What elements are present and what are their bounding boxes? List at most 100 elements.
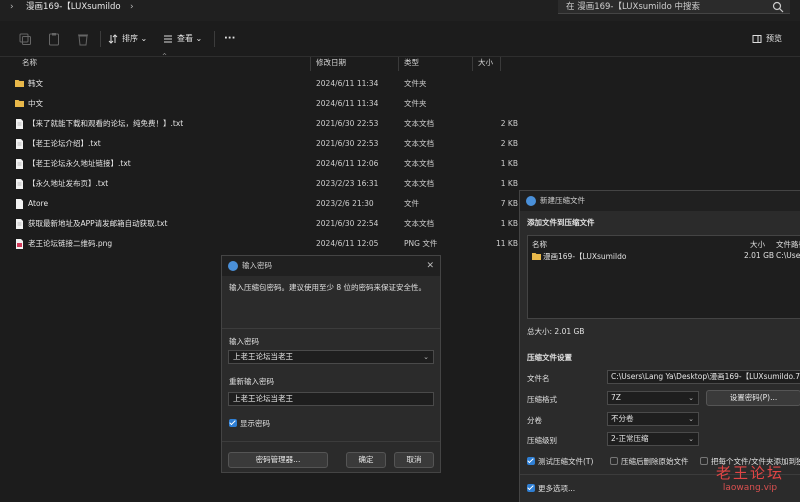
level-label: 压缩级别: [527, 436, 557, 445]
sort-button[interactable]: 排序 ⌄: [108, 30, 147, 48]
more-options-button[interactable]: ···: [224, 30, 235, 48]
password-manager-button[interactable]: 密码管理器...: [228, 452, 328, 468]
chevron-right-icon[interactable]: ›: [130, 0, 134, 14]
close-icon[interactable]: ✕: [426, 256, 434, 276]
chevron-down-icon[interactable]: ⌄: [423, 351, 429, 363]
sort-icon: [108, 33, 118, 44]
file-type: 文件夹: [404, 79, 427, 88]
dialog-title: 新建压缩文件: [540, 196, 585, 205]
copy-icon[interactable]: [18, 32, 32, 46]
watermark-text: 老王论坛: [715, 464, 784, 482]
add-files-heading: 添加文件到压缩文件: [527, 218, 595, 227]
archive-file-list[interactable]: 名称 大小 文件路径 漫画169-【LUXsumildo 2.01 GB C:\…: [527, 235, 800, 319]
split-select[interactable]: 不分卷 ⌄: [607, 412, 699, 426]
column-header: 名称 ^ 修改日期 类型 大小: [0, 53, 800, 71]
set-password-button[interactable]: 设置密码(P)...: [706, 390, 800, 406]
chevron-down-icon: ⌄: [688, 394, 694, 402]
image-file-icon: [15, 239, 24, 249]
chevron-right-icon[interactable]: ›: [10, 0, 14, 14]
paste-icon[interactable]: [47, 32, 61, 46]
password-field[interactable]: 上老王论坛当老王 ⌄: [228, 350, 434, 364]
app-logo-icon: [526, 196, 536, 206]
file-size: 1 KB: [500, 219, 518, 228]
search-input[interactable]: 在 漫画169-【LUXsumildo 中搜索: [558, 0, 790, 14]
file-name: Atore: [28, 199, 49, 208]
file-modified: 2024/6/11 11:34: [316, 79, 379, 88]
more-options-label[interactable]: 更多选项...: [538, 483, 575, 494]
folder-icon: [532, 253, 541, 260]
file-modified: 2024/6/11 12:05: [316, 239, 379, 248]
table-row[interactable]: 获取最新地址及APP请发邮箱自动获取.txt 2021/6/30 22:54 文本文…: [12, 214, 522, 234]
more-options-checkbox[interactable]: [527, 484, 535, 492]
column-modified[interactable]: 修改日期: [316, 57, 346, 71]
column-divider[interactable]: [472, 57, 473, 71]
details-label: 预览: [766, 34, 782, 43]
ok-button[interactable]: 确定: [346, 452, 386, 468]
level-select[interactable]: 2-正常压缩 ⌄: [607, 432, 699, 446]
file-name: 老王论坛链接二维码.png: [28, 239, 113, 248]
show-password-checkbox[interactable]: [229, 419, 237, 427]
test-archive-checkbox[interactable]: [527, 457, 535, 465]
table-row[interactable]: 【永久地址发布页】.txt 2023/2/23 16:31 文本文档 1 KB: [12, 174, 522, 194]
file-name: 【老王论坛介绍】.txt: [28, 139, 101, 148]
test-archive-label: 测试压缩文件(T): [538, 457, 594, 466]
view-button[interactable]: 查看 ⌄: [163, 30, 202, 48]
list-col-size: 大小: [750, 240, 765, 249]
folder-icon: [15, 99, 24, 109]
delete-source-label: 压缩后删除原始文件: [621, 457, 689, 466]
column-type[interactable]: 类型: [404, 57, 419, 71]
text-file-icon: [15, 219, 24, 229]
file-size: 2 KB: [500, 139, 518, 148]
table-row[interactable]: 【来了就能下载和观看的论坛，纯免费！】.txt 2021/6/30 22:53 文本…: [12, 114, 522, 134]
delete-icon[interactable]: [76, 32, 90, 46]
reenter-password-value: 上老王论坛当老王: [233, 394, 293, 403]
file-name: 【来了就能下载和观看的论坛，纯免费！】.txt: [28, 119, 184, 128]
sort-indicator-icon: ^: [162, 53, 168, 60]
table-row[interactable]: Atore 2023/2/6 21:30 文件 7 KB: [12, 194, 522, 214]
folder-icon: [15, 79, 24, 89]
file-name: 【老王论坛永久地址链接】.txt: [28, 159, 131, 168]
table-row[interactable]: 老王论坛链接二维码.png 2024/6/11 12:05 PNG 文件 11 KB: [12, 234, 522, 254]
delete-source-checkbox[interactable]: [610, 457, 618, 465]
column-size[interactable]: 大小: [478, 57, 493, 71]
address-field[interactable]: › 漫画169-【LUXsumildo ›: [0, 0, 550, 14]
list-item-name[interactable]: 漫画169-【LUXsumildo: [543, 251, 626, 262]
dialog-title: 输入密码: [242, 261, 272, 270]
text-file-icon: [15, 119, 24, 129]
file-type: 文本文档: [404, 219, 434, 228]
password-value: 上老王论坛当老王: [233, 352, 293, 361]
divider: [222, 328, 440, 329]
toolbar-separator: [100, 31, 101, 47]
file-modified: 2021/6/30 22:54: [316, 219, 379, 228]
details-pane-button[interactable]: 预览: [752, 30, 782, 48]
filename-field[interactable]: C:\Users\Lang Ya\Desktop\漫画169-【LUXsumil…: [607, 370, 800, 384]
column-name[interactable]: 名称: [22, 57, 37, 71]
column-divider[interactable]: [500, 57, 501, 71]
text-file-icon: [15, 159, 24, 169]
text-file-icon: [15, 139, 24, 149]
search-placeholder: 在 漫画169-【LUXsumildo 中搜索: [566, 2, 700, 12]
cancel-button[interactable]: 取消: [394, 452, 434, 468]
breadcrumb-folder[interactable]: 漫画169-【LUXsumildo: [26, 0, 121, 14]
list-col-path: 文件路径: [776, 240, 800, 249]
toolbar-separator: [214, 31, 215, 47]
reenter-password-field[interactable]: 上老王论坛当老王: [228, 392, 434, 406]
chevron-down-icon: ⌄: [195, 34, 203, 43]
table-row[interactable]: 韩文 2024/6/11 11:34 文件夹: [12, 74, 522, 94]
command-bar: 排序 ⌄ 查看 ⌄ ··· 预览: [0, 21, 800, 57]
table-row[interactable]: 【老王论坛永久地址链接】.txt 2024/6/11 12:06 文本文档 1 KB: [12, 154, 522, 174]
text-file-icon: [15, 179, 24, 189]
column-divider[interactable]: [398, 57, 399, 71]
format-select[interactable]: 7Z ⌄: [607, 391, 699, 405]
file-size: 1 KB: [500, 159, 518, 168]
table-row[interactable]: 【老王论坛介绍】.txt 2021/6/30 22:53 文本文档 2 KB: [12, 134, 522, 154]
sort-label: 排序: [122, 34, 138, 43]
view-icon: [164, 35, 172, 42]
watermark-url: laowang.vip: [722, 483, 778, 493]
format-value: 7Z: [611, 393, 621, 402]
dialog-title-bar: 新建压缩文件: [520, 191, 800, 211]
table-row[interactable]: 中文 2024/6/11 11:34 文件夹: [12, 94, 522, 114]
column-divider[interactable]: [310, 57, 311, 71]
file-type: 文本文档: [404, 159, 434, 168]
new-archive-dialog: 新建压缩文件 添加文件到压缩文件 名称 大小 文件路径 漫画169-【LUXsu…: [519, 190, 800, 502]
